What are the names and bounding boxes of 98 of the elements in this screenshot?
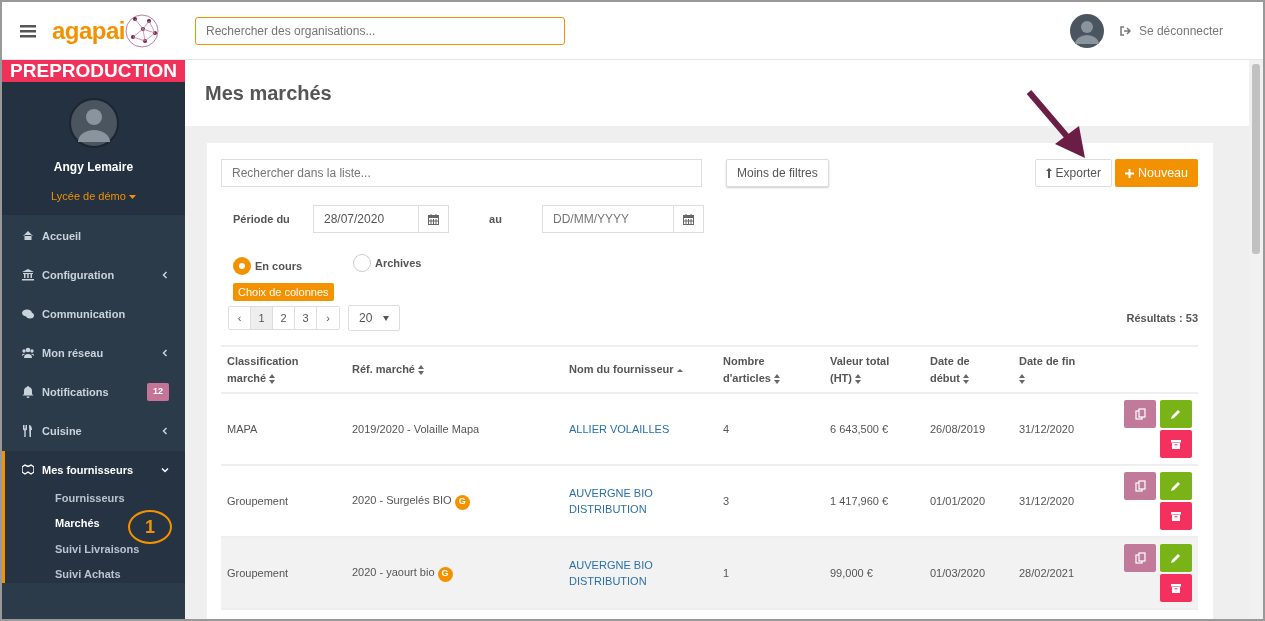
table-cell: 1 [723, 566, 730, 579]
pencil-icon [1171, 553, 1181, 563]
logout-icon [1119, 25, 1131, 36]
copy-icon [1134, 408, 1146, 420]
archive-icon [1171, 439, 1181, 449]
sidebar-item[interactable]: Mes fournisseurs [2, 450, 185, 490]
calendar-icon[interactable] [683, 213, 694, 225]
supplier-link[interactable]: AUVERGNE BIO DISTRIBUTION [569, 556, 711, 590]
column-header[interactable]: Date de début [930, 353, 990, 386]
menu-icon[interactable] [20, 23, 36, 38]
copy-icon [1134, 480, 1146, 492]
caret-icon [128, 195, 136, 200]
logo-text: agapai [52, 15, 126, 46]
calendar-icon[interactable] [428, 213, 439, 225]
edit-button[interactable] [1160, 544, 1192, 572]
table-cell: 2019/2020 - Volaille Mapa [352, 422, 480, 435]
home-icon [22, 230, 34, 242]
list-search-field[interactable]: Rechercher dans la liste... [221, 159, 702, 187]
archive-icon [1171, 583, 1181, 593]
column-header[interactable]: Valeur total (HT) [830, 353, 905, 386]
avatar-icon [68, 98, 119, 148]
group-badge: G [454, 494, 470, 510]
table-cell: 26/08/2019 [930, 422, 986, 435]
table-cell: 6 643,500 € [830, 422, 889, 435]
sidebar-item[interactable]: Notifications 12 [2, 372, 185, 412]
table-cell: 31/12/2020 [1019, 422, 1075, 435]
filters-toggle-button[interactable]: Moins de filtres [726, 159, 829, 187]
archive-button[interactable] [1160, 502, 1192, 530]
scrollbar[interactable] [1249, 60, 1263, 619]
table-cell: 99,000 € [830, 566, 873, 579]
building-icon [22, 269, 34, 281]
edit-button[interactable] [1160, 400, 1192, 428]
submenu-item[interactable]: Fournisseurs [55, 489, 125, 506]
sidebar-item[interactable]: Mon réseau [2, 333, 185, 373]
column-header[interactable]: Nom du fournisseur [569, 361, 683, 378]
duplicate-button[interactable] [1124, 544, 1156, 572]
column-header[interactable]: Date de fin [1019, 353, 1079, 386]
table-cell: 2020 - Surgelés BIO [352, 494, 452, 507]
archive-button[interactable] [1160, 430, 1192, 458]
supplier-link[interactable]: AUVERGNE BIO DISTRIBUTION [569, 484, 711, 518]
edit-button[interactable] [1160, 472, 1192, 500]
fork-knife-icon [22, 425, 34, 437]
date-field[interactable]: 28/07/2020 [313, 205, 449, 233]
table-cell: 4 [723, 422, 730, 435]
sidebar-item[interactable]: Communication [2, 294, 185, 334]
column-header[interactable]: Nombre d'articles [723, 353, 803, 386]
archive-button[interactable] [1160, 574, 1192, 602]
people-icon [22, 347, 34, 359]
table-cell: 31/12/2020 [1019, 494, 1075, 507]
user-name: Angy Lemaire [53, 159, 134, 176]
copy-icon [1134, 552, 1146, 564]
count-badge: 12 [147, 383, 169, 401]
table-cell: MAPA [227, 422, 258, 435]
search-field[interactable]: Rechercher des organisations... [195, 16, 565, 45]
table-cell: 01/01/2020 [930, 494, 986, 507]
page-title: Mes marchés [205, 81, 332, 105]
date-field[interactable]: DD/MM/YYYY [542, 205, 674, 233]
results-count: Résultats : 53 [1126, 310, 1198, 326]
chat-icon [22, 308, 34, 320]
pencil-icon [1171, 409, 1181, 419]
sidebar-item[interactable]: Accueil [2, 216, 185, 256]
column-header[interactable]: Classification marché [227, 353, 317, 386]
table-cell: Groupement [227, 494, 289, 507]
sidebar-item[interactable]: Configuration [2, 255, 185, 295]
sidebar-item[interactable]: Cuisine [2, 411, 185, 451]
duplicate-button[interactable] [1124, 400, 1156, 428]
submenu-item[interactable]: Marchés [55, 515, 100, 532]
organisation-dropdown[interactable]: Lycée de démo [51, 188, 136, 205]
caret-icon [383, 315, 389, 321]
table-cell: 3 [723, 494, 730, 507]
environment-banner: PREPRODUCTION [2, 60, 185, 82]
pencil-icon [1171, 481, 1181, 491]
bell-icon [22, 386, 34, 398]
table-cell: Groupement [227, 566, 289, 579]
export-button[interactable]: Exporter [1034, 159, 1112, 187]
upload-icon [1045, 168, 1052, 178]
radio-option[interactable]: En cours [233, 257, 353, 275]
period-label: Période du [232, 211, 291, 227]
table-cell: 2020 - yaourt bio [352, 566, 435, 579]
archive-icon [1171, 511, 1181, 521]
radio-option[interactable]: Archives [353, 251, 473, 275]
annotation-number: 1 [128, 510, 172, 544]
supplier-link[interactable]: ALLIER VOLAILLES [569, 420, 711, 438]
period-to-label: au [488, 211, 503, 227]
previous-page-button[interactable]: ‹ [229, 307, 251, 329]
submenu-item[interactable]: Suivi Achats [55, 566, 121, 583]
table-cell: 01/03/2020 [930, 566, 986, 579]
table-cell: 28/02/2021 [1019, 566, 1075, 579]
duplicate-button[interactable] [1124, 472, 1156, 500]
table-cell: 1 417,960 € [830, 494, 889, 507]
page-button[interactable]: 1 [251, 307, 273, 329]
logout-link[interactable]: Se déconnecter [1119, 21, 1223, 40]
group-badge: G [437, 566, 453, 582]
page-size-select[interactable]: 20 [348, 305, 400, 331]
avatar-icon[interactable] [1069, 13, 1104, 48]
annotation-arrow [1025, 88, 1087, 160]
plus-icon [1124, 168, 1134, 178]
column-header[interactable]: Réf. marché [352, 361, 425, 378]
